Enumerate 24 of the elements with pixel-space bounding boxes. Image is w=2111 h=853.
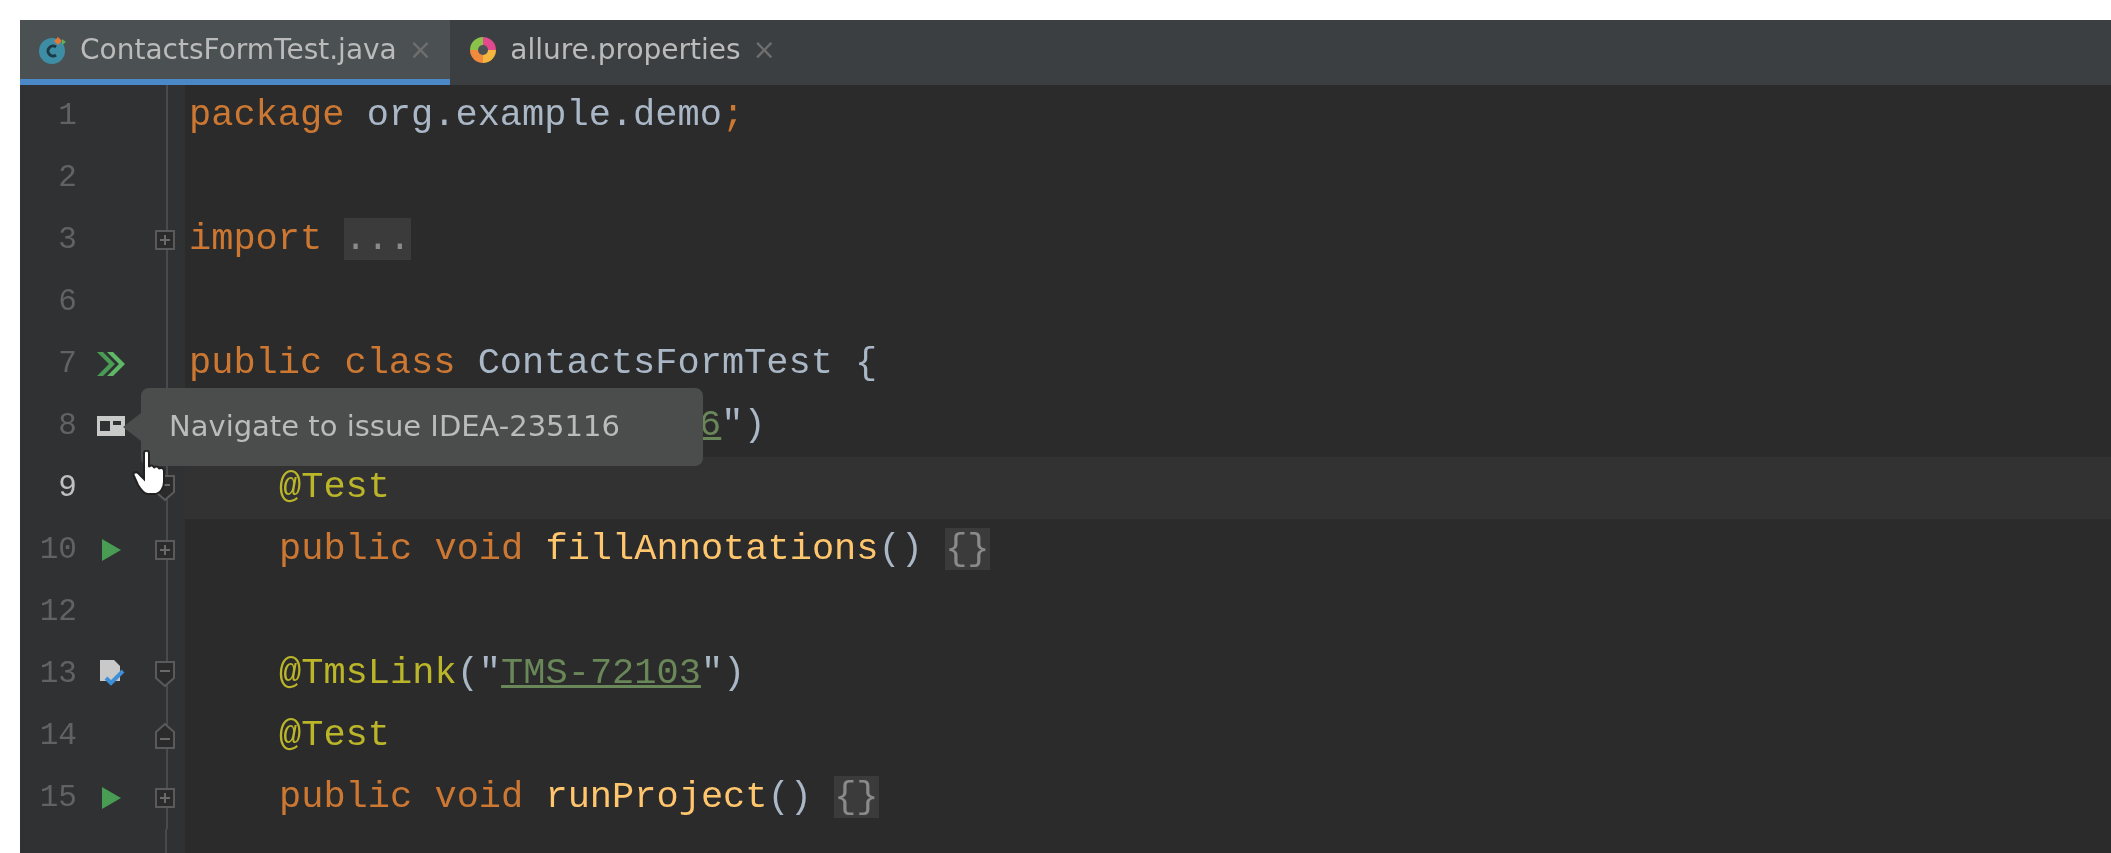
run-icon[interactable]: [100, 786, 123, 810]
code-line: package org.example.demo;: [188, 93, 745, 139]
tooltip: Navigate to issue IDEA-235116: [123, 388, 703, 466]
code-line: public class ContactsFormTest {: [188, 341, 878, 387]
code-line: public void fillAnnotations() {}: [278, 527, 990, 573]
file-tab[interactable]: ContactsFormTest.java ×: [20, 20, 451, 85]
fold-plus-icon[interactable]: [155, 788, 176, 808]
double-run-icon[interactable]: [96, 351, 127, 377]
run-icon[interactable]: [100, 538, 123, 562]
code-line: import ...: [188, 217, 412, 263]
line-number: 9: [57, 468, 77, 507]
file-tab[interactable]: allure.properties ×: [450, 20, 795, 85]
close-button[interactable]: ×: [752, 28, 777, 71]
code-link[interactable]: TMS-72103: [501, 652, 701, 695]
ticket-icon[interactable]: [96, 415, 127, 437]
code-line: @Test: [278, 713, 391, 759]
code-line: @TmsLink("TMS-72103"): [278, 651, 746, 697]
class-file-icon: [38, 34, 68, 65]
fold-plus-icon[interactable]: [155, 230, 176, 250]
code-line: public void runProject() {}: [278, 775, 879, 821]
fold-plus-icon[interactable]: [155, 540, 176, 560]
code-line: @Test: [278, 465, 391, 511]
pie-icon: [468, 34, 499, 65]
hand-cursor-icon: [132, 450, 168, 498]
